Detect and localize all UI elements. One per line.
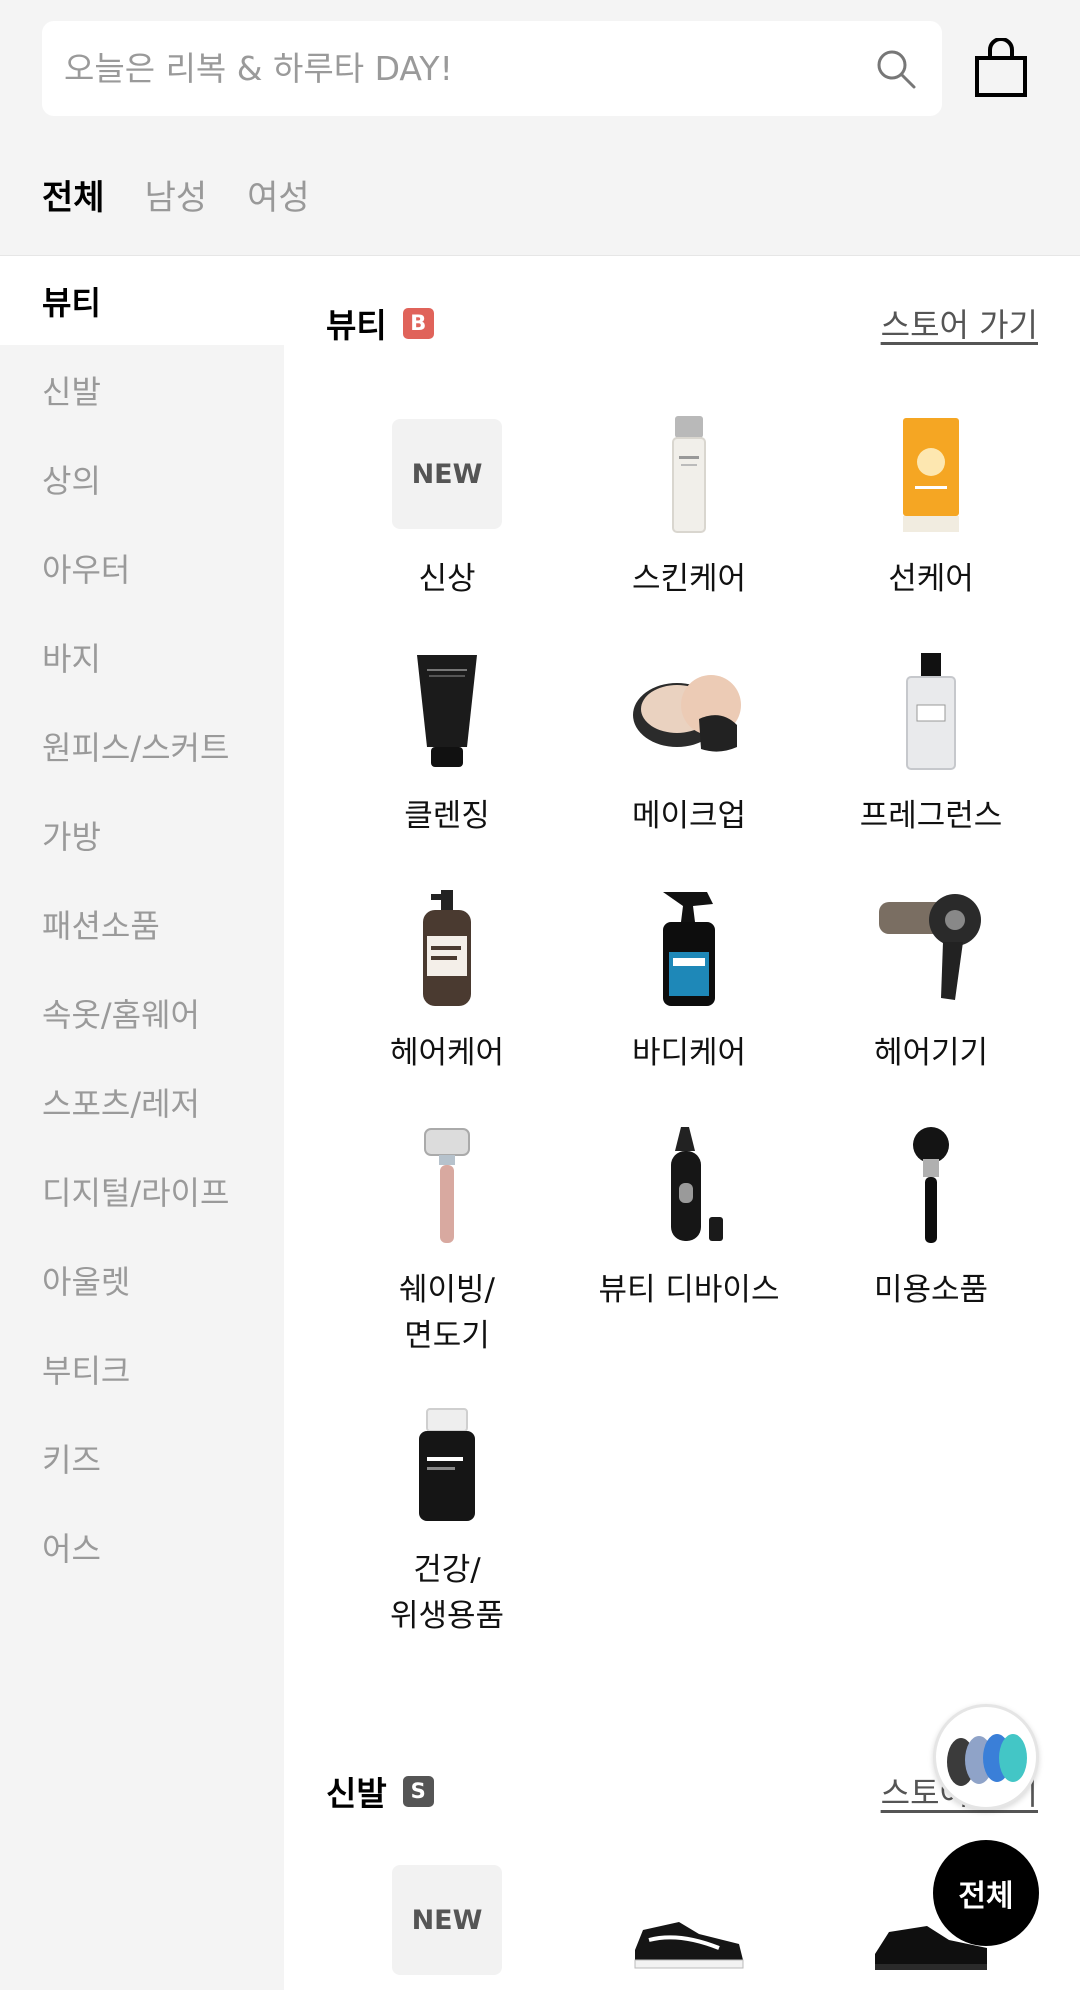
new-icon: NEW: [392, 419, 502, 529]
sidebar-item-outer[interactable]: 아우터: [0, 523, 284, 612]
sidebar-item-digital[interactable]: 디지털/라이프: [0, 1146, 284, 1235]
sidebar-item-earth[interactable]: 어스: [0, 1502, 284, 1591]
makeup-brush-icon: [913, 1127, 949, 1243]
section-header-shoes: 신발 S 스토어 가기: [326, 1766, 1038, 1816]
sidebar-item-pants[interactable]: 바지: [0, 612, 284, 701]
category-sneakers[interactable]: [568, 1852, 810, 1990]
sidebar-item-bags[interactable]: 가방: [0, 790, 284, 879]
category-suncare[interactable]: 선케어: [810, 406, 1052, 643]
category-new[interactable]: NEW 신상: [326, 406, 568, 643]
sidebar-item-kids[interactable]: 키즈: [0, 1413, 284, 1502]
new-icon: NEW: [392, 1865, 502, 1975]
category-label: 스킨케어: [631, 561, 747, 597]
shopping-bag-icon[interactable]: [974, 38, 1028, 98]
perfume-bottle-icon: [906, 653, 956, 770]
category-grid-beauty: NEW 신상 스킨케어 선케어 클렌징 메이크업 프레그런스 헤어케어 바디케어…: [326, 406, 1052, 1677]
category-hair-devices[interactable]: 헤어기기: [810, 880, 1052, 1117]
sidebar-item-tops[interactable]: 상의: [0, 434, 284, 523]
section-badge: S: [402, 1775, 434, 1807]
category-bodycare[interactable]: 바디케어: [568, 880, 810, 1117]
sidebar-item-underwear[interactable]: 속옷/홈웨어: [0, 968, 284, 1057]
shampoo-pump-icon: [423, 890, 471, 1006]
category-fragrance[interactable]: 프레그런스: [810, 643, 1052, 880]
razor-icon: [424, 1128, 470, 1243]
sidebar-item-dress-skirt[interactable]: 원피스/스커트: [0, 701, 284, 790]
tab-women[interactable]: 여성: [247, 170, 310, 219]
search-icon[interactable]: [874, 47, 918, 91]
section-title: 신발: [326, 1774, 387, 1813]
category-new[interactable]: NEW: [326, 1852, 568, 1990]
hair-dryer-icon: [879, 894, 981, 1000]
skincare-bottle-icon: [672, 416, 706, 533]
sidebar-item-sports[interactable]: 스포츠/레저: [0, 1057, 284, 1146]
sidebar-item-accessories[interactable]: 패션소품: [0, 879, 284, 968]
category-label: 헤어케어: [389, 1035, 505, 1071]
category-beauty-tools[interactable]: 미용소품: [810, 1117, 1052, 1397]
cleansing-tube-icon: [417, 655, 477, 767]
category-beauty-devices[interactable]: 뷰티 디바이스: [568, 1117, 810, 1397]
all-categories-button[interactable]: 전체: [933, 1840, 1039, 1946]
category-label: 선케어: [888, 561, 974, 597]
supplement-bottle-icon: [419, 1408, 475, 1521]
search-input[interactable]: [64, 21, 864, 116]
sidebar-item-outlet[interactable]: 아울렛: [0, 1235, 284, 1324]
sidebar-item-beauty[interactable]: 뷰티: [0, 256, 284, 345]
category-label: 메이크업: [631, 798, 747, 834]
category-label: 신상: [418, 561, 476, 597]
section-title: 뷰티: [326, 306, 387, 345]
category-health[interactable]: 건강/ 위생용품: [326, 1397, 568, 1677]
category-label: 건강/ 위생용품: [389, 1552, 505, 1634]
category-cleansing[interactable]: 클렌징: [326, 643, 568, 880]
category-sidebar: 뷰티 신발 상의 아우터 바지 원피스/스커트 가방 패션소품 속옷/홈웨어 스…: [0, 256, 284, 1990]
tab-men[interactable]: 남성: [145, 170, 208, 219]
sidebar-item-boutique[interactable]: 부티크: [0, 1324, 284, 1413]
category-label: 클렌징: [404, 798, 490, 834]
category-shaving[interactable]: 쉐이빙/ 면도기: [326, 1117, 568, 1397]
sunscreen-icon: [903, 418, 959, 532]
tab-all[interactable]: 전체: [42, 170, 105, 219]
gender-tabs: 전체 남성 여성: [42, 170, 310, 219]
category-makeup[interactable]: 메이크업: [568, 643, 810, 880]
category-label: 헤어기기: [873, 1035, 989, 1071]
category-haircare[interactable]: 헤어케어: [326, 880, 568, 1117]
trimmer-icon: [671, 1127, 723, 1241]
section-header-beauty: 뷰티 B 스토어 가기: [326, 298, 1038, 348]
sneaker-icon: [634, 1922, 744, 1969]
mouse-promo-icon: [947, 1734, 1027, 1786]
store-link[interactable]: 스토어 가기: [881, 300, 1038, 346]
category-label: 뷰티 디바이스: [598, 1272, 780, 1308]
header: 전체 남성 여성: [0, 0, 1080, 256]
category-skincare[interactable]: 스킨케어: [568, 406, 810, 643]
spray-bottle-icon: [663, 892, 715, 1006]
search-bar[interactable]: [42, 21, 942, 116]
section-badge: B: [402, 307, 434, 339]
category-label: 미용소품: [873, 1272, 989, 1308]
category-label: 프레그런스: [859, 798, 1003, 834]
category-label: 바디케어: [631, 1035, 747, 1071]
category-label: 쉐이빙/ 면도기: [398, 1272, 495, 1354]
cushion-compact-icon: [633, 675, 741, 752]
sidebar-item-shoes[interactable]: 신발: [0, 345, 284, 434]
promo-floating-button[interactable]: [933, 1704, 1039, 1810]
